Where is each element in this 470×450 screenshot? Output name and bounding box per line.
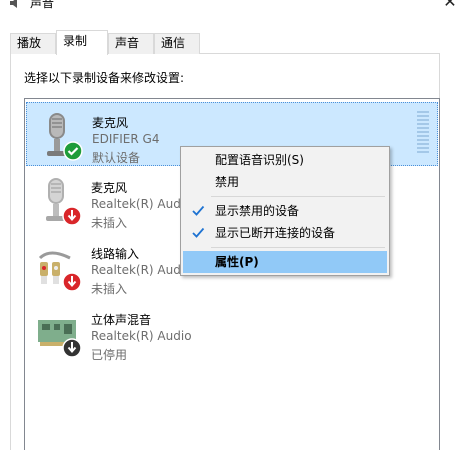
device-driver: Realtek(R) Audio [91, 329, 192, 343]
tab-recording[interactable]: 录制 [56, 30, 108, 55]
menu-item-label: 显示已断开连接的设备 [215, 226, 336, 240]
menu-item-label: 配置语音识别(S) [215, 153, 304, 167]
device-driver: EDIFIER G4 [92, 132, 160, 146]
line-in-cable-icon [38, 251, 82, 292]
device-driver: Realtek(R) Audio [91, 263, 192, 277]
device-status: 未插入 [91, 216, 128, 230]
device-status: 默认设备 [92, 151, 141, 165]
device-status: 未插入 [91, 282, 128, 296]
menu-item-disable[interactable]: 禁用 [183, 171, 387, 193]
device-name: 线路输入 [91, 247, 140, 261]
menu-item-show-disconnected[interactable]: 显示已断开连接的设备 [183, 222, 387, 244]
microphone-icon [47, 113, 83, 161]
tab-label: 声音 [115, 36, 140, 50]
device-driver: Realtek(R) Audio [91, 197, 192, 211]
menu-item-properties[interactable]: 属性(P) [183, 251, 387, 273]
close-button[interactable]: ✕ [442, 0, 458, 10]
menu-item-label: 禁用 [215, 175, 240, 189]
menu-separator [211, 247, 385, 248]
menu-separator [211, 196, 385, 197]
tab-label: 播放 [17, 36, 42, 50]
menu-item-configure-speech[interactable]: 配置语音识别(S) [183, 149, 387, 171]
device-item-stereo-mix[interactable]: 立体声混音 Realtek(R) Audio 已停用 [26, 300, 438, 364]
menu-item-show-disabled[interactable]: 显示禁用的设备 [183, 200, 387, 222]
check-icon [192, 205, 205, 216]
window-title: 声音 [30, 0, 55, 10]
tab-playback[interactable]: 播放 [10, 33, 56, 54]
context-menu: 配置语音识别(S) 禁用 显示禁用的设备 显示已断开连接的设备 属性(P) [180, 146, 390, 276]
tab-communications[interactable]: 通信 [154, 33, 200, 54]
speaker-icon [10, 0, 17, 8]
microphone-icon [46, 178, 82, 226]
tab-sounds[interactable]: 声音 [108, 33, 154, 54]
tab-label: 通信 [161, 36, 186, 50]
menu-item-label: 属性(P) [215, 255, 259, 269]
device-name: 麦克风 [92, 116, 129, 130]
title-bar: 声音 ✕ [0, 0, 470, 14]
menu-item-label: 显示禁用的设备 [215, 204, 300, 218]
tab-label: 录制 [63, 34, 88, 48]
instruction-text: 选择以下录制设备来修改设置: [24, 71, 185, 85]
device-name: 麦克风 [91, 181, 128, 195]
device-status: 已停用 [91, 348, 128, 362]
level-meter [417, 111, 429, 155]
device-name: 立体声混音 [91, 313, 152, 327]
sound-card-icon [38, 320, 82, 358]
check-icon [192, 227, 205, 238]
